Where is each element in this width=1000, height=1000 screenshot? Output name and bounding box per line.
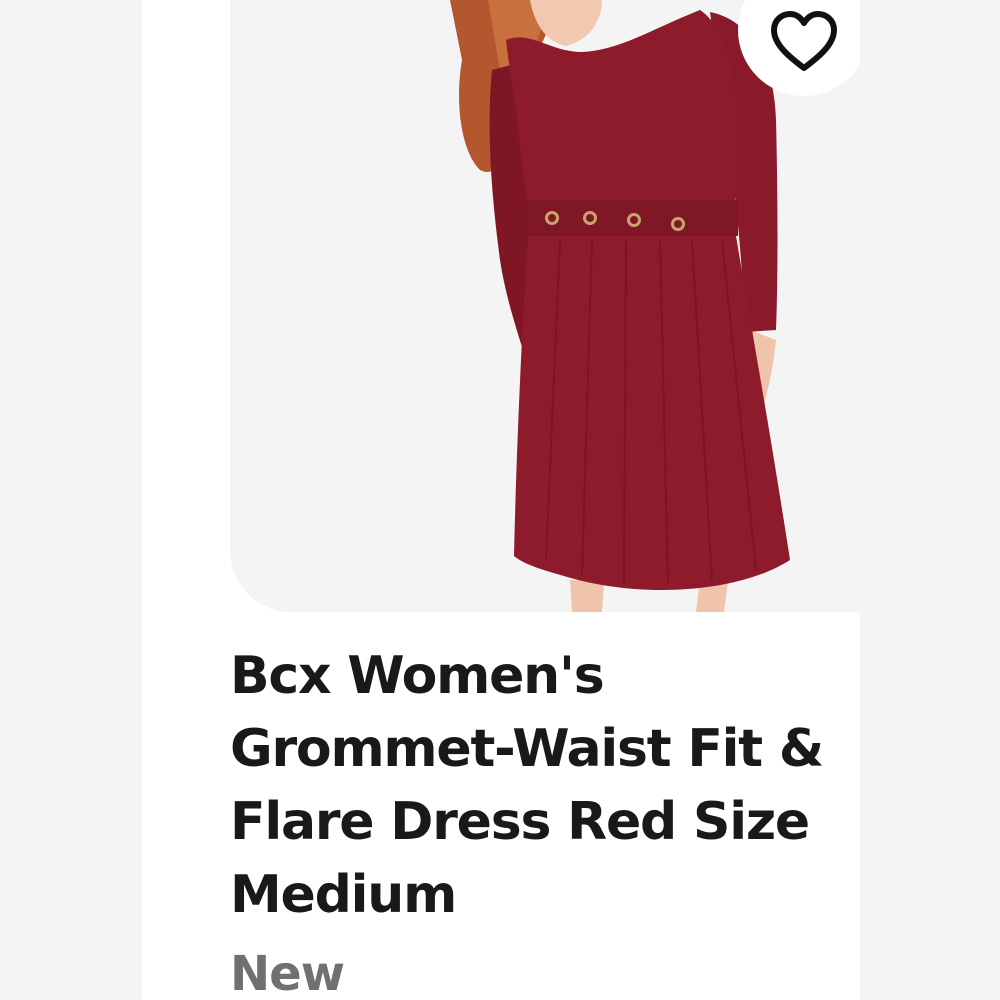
listing-card[interactable]: Bcx Women's Grommet-Waist Fit & Flare Dr… — [142, 0, 860, 1000]
listing-title-line-3: Flare Dress Red Size — [230, 792, 810, 852]
left-background — [0, 0, 142, 1000]
right-background — [860, 0, 1000, 1000]
heart-icon — [771, 11, 837, 71]
listing-title-line-4: Medium — [230, 865, 457, 925]
listing-title[interactable]: Bcx Women's Grommet-Waist Fit & Flare Dr… — [230, 640, 860, 932]
product-image[interactable] — [230, 0, 860, 612]
page: Bcx Women's Grommet-Waist Fit & Flare Dr… — [0, 0, 1000, 1000]
listing-title-line-2: Grommet-Waist Fit & — [230, 719, 824, 779]
product-photo — [230, 0, 860, 612]
listing-title-line-1: Bcx Women's — [230, 646, 605, 706]
item-condition: New — [230, 946, 345, 1000]
